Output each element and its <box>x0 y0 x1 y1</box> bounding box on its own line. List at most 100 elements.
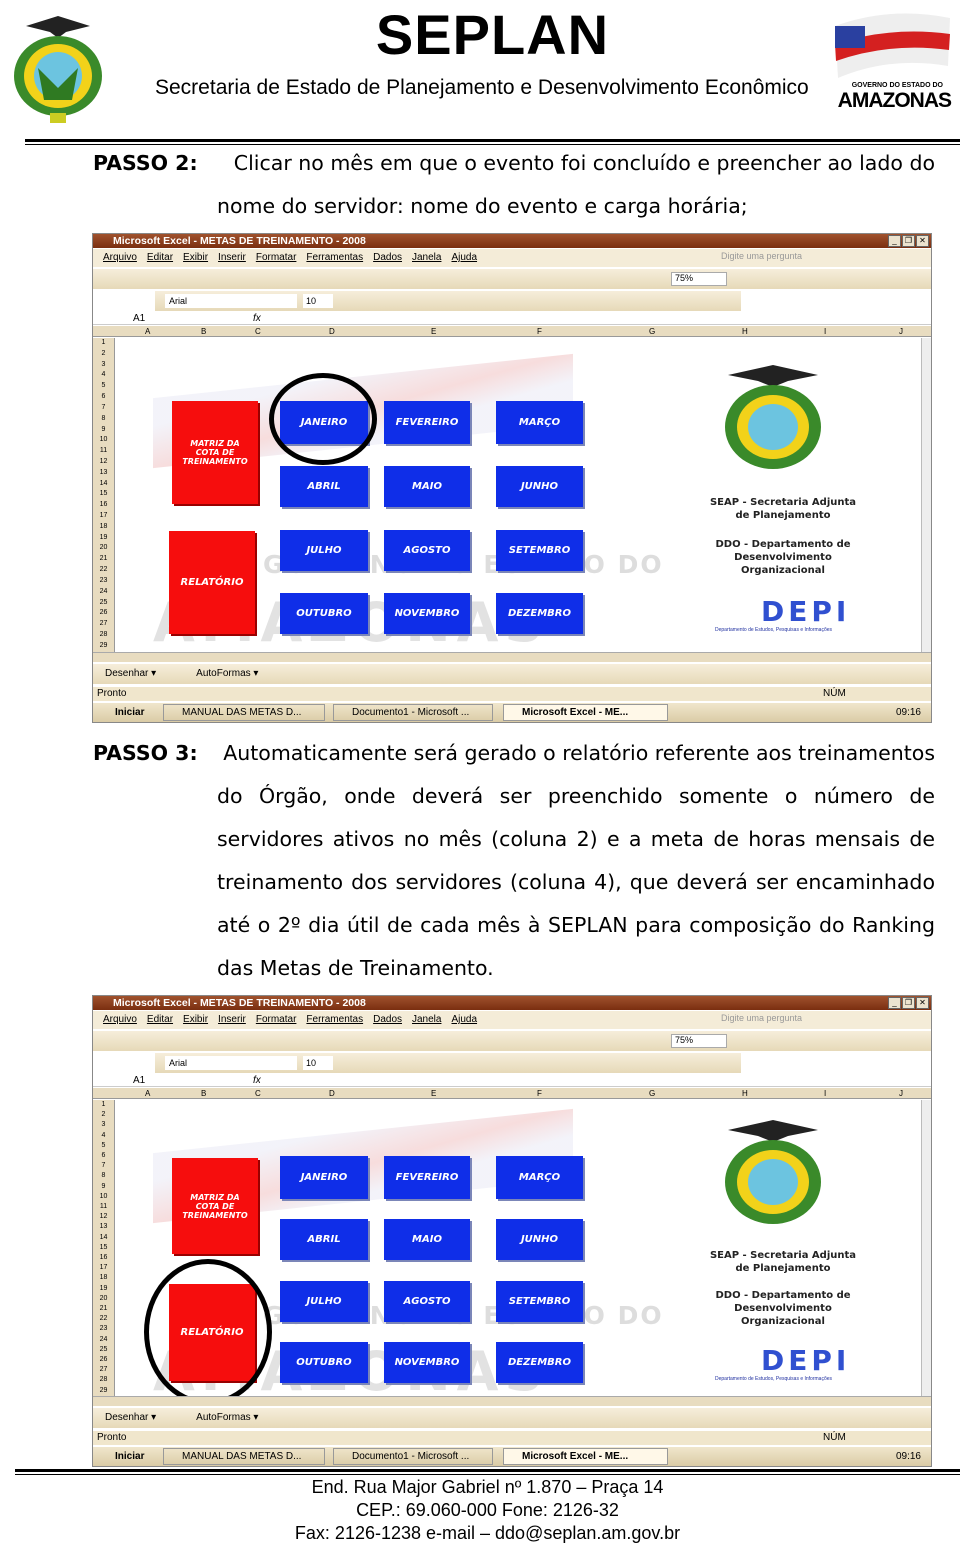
column-header-E[interactable]: E <box>431 1088 436 1099</box>
row-header[interactable]: 6 <box>93 392 114 403</box>
column-header-G[interactable]: G <box>649 1088 655 1099</box>
row-header[interactable]: 5 <box>93 1141 114 1151</box>
row-header[interactable]: 12 <box>93 1212 114 1222</box>
relatorio-button[interactable]: RELATÓRIO <box>169 531 255 634</box>
row-header[interactable]: 4 <box>93 370 114 381</box>
menu-0[interactable]: Arquivo <box>103 252 137 263</box>
name-box[interactable]: A1 <box>133 1074 145 1087</box>
month-button-abril[interactable]: ABRIL <box>280 466 368 507</box>
row-header[interactable]: 13 <box>93 1222 114 1232</box>
row-header[interactable]: 11 <box>93 1202 114 1212</box>
row-header[interactable]: 25 <box>93 1345 114 1355</box>
row-header[interactable]: 15 <box>93 1243 114 1253</box>
row-header[interactable]: 4 <box>93 1131 114 1141</box>
row-header[interactable]: 1 <box>93 338 114 349</box>
row-header[interactable]: 1 <box>93 1100 114 1110</box>
row-header[interactable]: 27 <box>93 1365 114 1375</box>
matriz-cota-button[interactable]: MATRIZ DA COTA DE TREINAMENTO <box>172 1158 258 1254</box>
column-header-F[interactable]: F <box>537 326 542 337</box>
row-header[interactable]: 22 <box>93 565 114 576</box>
month-button-julho[interactable]: JULHO <box>280 530 368 571</box>
month-button-outubro[interactable]: OUTUBRO <box>280 593 368 634</box>
month-button-dezembro[interactable]: DEZEMBRO <box>496 593 583 634</box>
row-header[interactable]: 16 <box>93 500 114 511</box>
taskbar-item-2[interactable]: Microsoft Excel - ME... <box>503 1448 668 1465</box>
column-header-A[interactable]: A <box>145 326 150 337</box>
column-header-J[interactable]: J <box>899 326 903 337</box>
row-header[interactable]: 22 <box>93 1314 114 1324</box>
minimize-button[interactable]: _ <box>888 997 901 1009</box>
month-button-fevereiro[interactable]: FEVEREIRO <box>384 401 470 444</box>
taskbar-item-0[interactable]: MANUAL DAS METAS D... <box>163 1448 325 1465</box>
column-header-D[interactable]: D <box>329 1088 335 1099</box>
row-header[interactable]: 9 <box>93 1182 114 1192</box>
menu-7[interactable]: Janela <box>412 1014 441 1025</box>
month-button-agosto[interactable]: AGOSTO <box>384 530 470 571</box>
row-header[interactable]: 13 <box>93 468 114 479</box>
taskbar-item-1[interactable]: Documento1 - Microsoft ... <box>333 1448 493 1465</box>
row-header[interactable]: 20 <box>93 1294 114 1304</box>
row-header[interactable]: 24 <box>93 1335 114 1345</box>
restore-button[interactable]: ❐ <box>902 997 915 1009</box>
vertical-scrollbar[interactable] <box>921 1100 931 1396</box>
menu-3[interactable]: Inserir <box>218 1014 246 1025</box>
month-button-dezembro[interactable]: DEZEMBRO <box>496 1342 583 1383</box>
row-header[interactable]: 3 <box>93 1120 114 1130</box>
menu-2[interactable]: Exibir <box>183 1014 208 1025</box>
sheet-tabs-scrollbar[interactable] <box>93 1396 931 1406</box>
restore-button[interactable]: ❐ <box>902 235 915 247</box>
sheet-tabs-scrollbar[interactable] <box>93 652 931 662</box>
column-header-A[interactable]: A <box>145 1088 150 1099</box>
column-header-H[interactable]: H <box>742 1088 748 1099</box>
row-header[interactable]: 28 <box>93 1375 114 1385</box>
row-header[interactable]: 8 <box>93 414 114 425</box>
row-header[interactable]: 25 <box>93 598 114 609</box>
start-button[interactable]: Iniciar <box>97 703 144 722</box>
column-header-B[interactable]: B <box>201 326 206 337</box>
column-header-F[interactable]: F <box>537 1088 542 1099</box>
month-button-outubro[interactable]: OUTUBRO <box>280 1342 368 1383</box>
column-header-D[interactable]: D <box>329 326 335 337</box>
row-header[interactable]: 8 <box>93 1171 114 1181</box>
row-header[interactable]: 23 <box>93 576 114 587</box>
month-button-maio[interactable]: MAIO <box>384 466 470 507</box>
row-header[interactable]: 18 <box>93 522 114 533</box>
menu-1[interactable]: Editar <box>147 1014 173 1025</box>
taskbar-item-2[interactable]: Microsoft Excel - ME... <box>503 704 668 721</box>
row-header[interactable]: 18 <box>93 1273 114 1283</box>
row-header[interactable]: 29 <box>93 1386 114 1396</box>
row-header[interactable]: 14 <box>93 479 114 490</box>
row-header[interactable]: 19 <box>93 533 114 544</box>
month-button-junho[interactable]: JUNHO <box>496 466 583 507</box>
name-box[interactable]: A1 <box>133 312 145 325</box>
column-header-I[interactable]: I <box>824 326 826 337</box>
font-select[interactable]: Arial <box>165 1056 297 1070</box>
taskbar-item-0[interactable]: MANUAL DAS METAS D... <box>163 704 325 721</box>
month-button-julho[interactable]: JULHO <box>280 1281 368 1322</box>
column-header-H[interactable]: H <box>742 326 748 337</box>
close-button[interactable]: ✕ <box>916 997 929 1009</box>
row-header[interactable]: 24 <box>93 587 114 598</box>
row-header[interactable]: 29 <box>93 641 114 652</box>
row-header[interactable]: 26 <box>93 1355 114 1365</box>
row-header[interactable]: 6 <box>93 1151 114 1161</box>
month-button-novembro[interactable]: NOVEMBRO <box>384 1342 470 1383</box>
minimize-button[interactable]: _ <box>888 235 901 247</box>
row-header[interactable]: 2 <box>93 349 114 360</box>
taskbar-item-1[interactable]: Documento1 - Microsoft ... <box>333 704 493 721</box>
menu-0[interactable]: Arquivo <box>103 1014 137 1025</box>
draw-menu[interactable]: Desenhar ▾ <box>105 668 156 679</box>
row-header[interactable]: 10 <box>93 1192 114 1202</box>
month-button-novembro[interactable]: NOVEMBRO <box>384 593 470 634</box>
month-button-junho[interactable]: JUNHO <box>496 1219 583 1260</box>
month-button-agosto[interactable]: AGOSTO <box>384 1281 470 1322</box>
column-header-I[interactable]: I <box>824 1088 826 1099</box>
column-header-G[interactable]: G <box>649 326 655 337</box>
menu-8[interactable]: Ajuda <box>451 252 477 263</box>
row-header[interactable]: 23 <box>93 1324 114 1334</box>
row-header[interactable]: 15 <box>93 489 114 500</box>
draw-menu[interactable]: Desenhar ▾ <box>105 1412 156 1423</box>
menu-3[interactable]: Inserir <box>218 252 246 263</box>
row-header[interactable]: 9 <box>93 425 114 436</box>
menu-4[interactable]: Formatar <box>256 252 297 263</box>
